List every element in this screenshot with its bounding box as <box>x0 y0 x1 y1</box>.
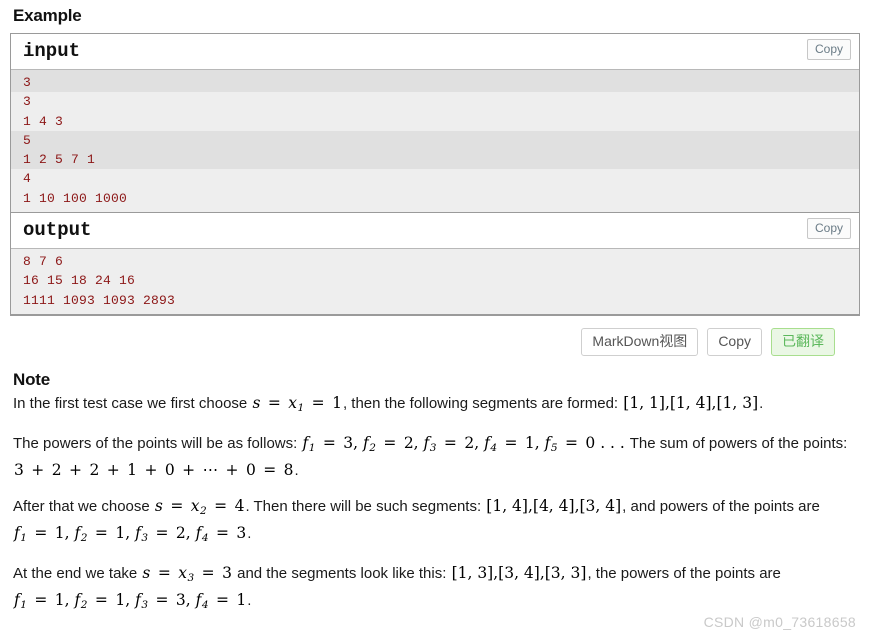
note-paragraph: After that we choose s = x2 = 4. Then th… <box>13 495 857 549</box>
math-expression: f1 = 3, f2 = 2, f3 = 2, f4 = 1, f5 = 0 .… <box>302 433 625 454</box>
code-line: 1 2 5 7 1 <box>11 150 859 170</box>
sample-output-header: output Copy <box>11 213 859 250</box>
math-expression: [1, 1],[1, 4],[1, 3] <box>623 393 759 412</box>
sample-output-title: output <box>23 219 92 242</box>
note-paragraph: In the first test case we first choose s… <box>13 392 857 419</box>
note-text: The powers of the points will be as foll… <box>13 434 302 452</box>
sample-input-title: input <box>23 40 81 62</box>
copy-all-button[interactable]: Copy <box>707 327 762 356</box>
code-line: 1111 1093 1093 2893 <box>11 290 859 314</box>
example-page: Example input Copy 331 4 351 2 5 7 141 1… <box>0 6 870 616</box>
watermark: CSDN @m0_73618658 <box>703 614 856 630</box>
note-section: Note In the first test case we first cho… <box>13 370 857 616</box>
translated-button[interactable]: 已翻译 <box>771 327 835 356</box>
note-text: . Then there will be such segments: <box>245 497 486 515</box>
code-line: 4 <box>11 169 859 189</box>
copy-output-button[interactable]: Copy <box>806 218 851 240</box>
note-paragraph: The powers of the points will be as foll… <box>13 432 857 482</box>
note-paragraphs: In the first test case we first choose s… <box>13 392 857 616</box>
note-text: In the first test case we first choose <box>13 394 252 412</box>
note-text: . <box>759 394 764 412</box>
sample-output-body: 8 7 6 16 15 18 24 16 1111 1093 1093 2893 <box>11 249 859 315</box>
math-expression: s = x2 = 4 <box>154 496 245 517</box>
sample-tests: input Copy 331 4 351 2 5 7 141 10 100 10… <box>10 33 860 316</box>
sample-input-header: input Copy <box>11 34 859 70</box>
note-text: At the end we take <box>13 564 142 582</box>
note-text: After that we choose <box>13 497 154 515</box>
code-line: 1 4 3 <box>11 111 859 131</box>
note-text: and the segments look like this: <box>232 564 451 582</box>
sample-input-body: 331 4 351 2 5 7 141 10 100 1000 <box>11 70 859 214</box>
note-text: . <box>294 461 299 479</box>
math-expression: [1, 4],[4, 4],[3, 4] <box>486 496 622 515</box>
page-title: Example <box>13 6 82 25</box>
sample-block-input: input Copy 331 4 351 2 5 7 141 10 100 10… <box>11 34 859 214</box>
note-text: . <box>247 591 252 609</box>
note-text: , the powers of the points are <box>587 564 781 582</box>
math-expression: s = x3 = 3 <box>142 563 232 584</box>
note-title: Note <box>13 369 50 389</box>
view-toolbar: MarkDown视图 Copy 已翻译 <box>10 327 835 356</box>
note-text: The sum of powers of the points: <box>625 434 848 452</box>
math-expression: f1 = 1, f2 = 1, f3 = 2, f4 = 3 <box>14 523 247 544</box>
markdown-view-button[interactable]: MarkDown视图 <box>581 327 699 356</box>
code-line: 3 <box>11 70 859 93</box>
code-line: 5 <box>11 130 859 151</box>
math-expression: [1, 3],[3, 4],[3, 3] <box>451 563 587 582</box>
code-line: 16 15 18 24 16 <box>11 271 859 291</box>
math-expression: f1 = 1, f2 = 1, f3 = 3, f4 = 1 <box>14 590 247 611</box>
copy-input-button[interactable]: Copy <box>806 39 851 60</box>
note-text: , and powers of the points are <box>622 497 820 515</box>
note-text: . <box>247 524 252 542</box>
code-line: 8 7 6 <box>11 249 859 272</box>
note-text: , then the following segments are formed… <box>342 394 623 412</box>
sample-block-output: output Copy 8 7 6 16 15 18 24 16 1111 1093… <box>11 213 859 316</box>
note-paragraph: At the end we take s = x3 = 3 and the se… <box>13 562 857 616</box>
math-expression: 3 + 2 + 2 + 1 + 0 + ⋯ + 0 = 8 <box>14 460 294 479</box>
math-expression: s = x1 = 1 <box>252 393 342 414</box>
code-line: 3 <box>11 92 859 112</box>
code-line: 1 10 100 1000 <box>11 188 859 213</box>
